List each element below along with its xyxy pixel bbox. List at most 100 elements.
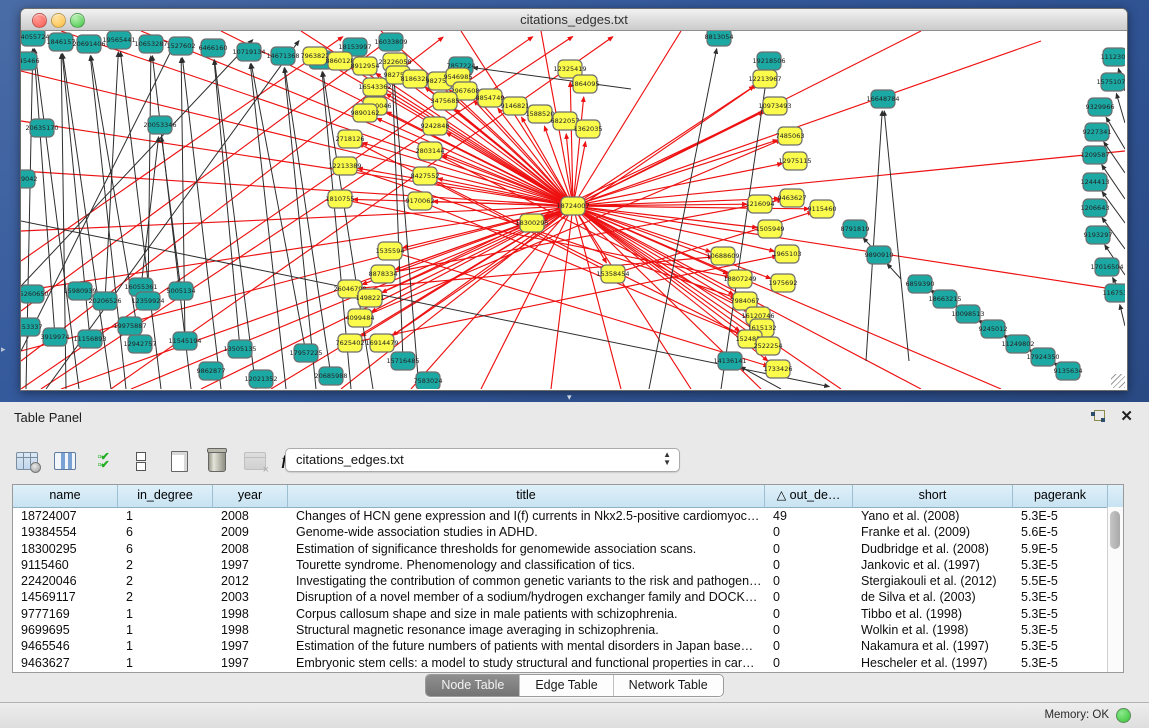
table-mode-icon[interactable] — [14, 448, 40, 474]
table-cell[interactable]: Investigating the contribution of common… — [288, 573, 765, 589]
column-header-short[interactable]: short — [853, 485, 1013, 507]
table-cell[interactable]: Estimation of the future numbers of pati… — [288, 638, 765, 654]
table-cell[interactable]: 1997 — [213, 638, 288, 654]
table-cell[interactable]: 1 — [118, 638, 213, 654]
column-header-name[interactable]: name — [13, 485, 118, 507]
table-cell[interactable]: 5.9E-5 — [1013, 541, 1108, 557]
window-resize-grip[interactable] — [1111, 374, 1125, 388]
table-row[interactable]: 911546021997Tourette syndrome. Phenomeno… — [13, 557, 1123, 573]
table-cell[interactable]: 0 — [765, 557, 853, 573]
table-row[interactable]: 946362711997Embryonic stem cells: a mode… — [13, 655, 1123, 671]
table-cell[interactable]: 1 — [118, 622, 213, 638]
table-cell[interactable]: 5.5E-5 — [1013, 573, 1108, 589]
table-cell[interactable]: 2008 — [213, 508, 288, 524]
table-cell[interactable]: 5.6E-5 — [1013, 524, 1108, 540]
row-selection-icon[interactable]: ▫✔▫✔ — [90, 448, 116, 474]
column-header-out_de[interactable]: △ out_de… — [765, 485, 853, 507]
table-cell[interactable]: 5.3E-5 — [1013, 655, 1108, 671]
table-row[interactable]: 1830029562008Estimation of significance … — [13, 541, 1123, 557]
table-cell[interactable]: Franke et al. (2009) — [853, 524, 1013, 540]
table-cell[interactable]: 2 — [118, 557, 213, 573]
table-cell[interactable]: Changes of HCN gene expression and I(f) … — [288, 508, 765, 524]
table-cell[interactable]: 1 — [118, 655, 213, 671]
table-row[interactable]: 1456911722003Disruption of a novel membe… — [13, 589, 1123, 605]
table-cell[interactable]: 6 — [118, 541, 213, 557]
table-cell[interactable]: 2 — [118, 589, 213, 605]
table-cell[interactable]: 2003 — [213, 589, 288, 605]
table-cell[interactable]: 0 — [765, 606, 853, 622]
table-cell[interactable]: 2008 — [213, 541, 288, 557]
table-cell[interactable]: 9465546 — [13, 638, 118, 654]
table-cell[interactable]: 9699695 — [13, 622, 118, 638]
table-cell[interactable]: 1997 — [213, 655, 288, 671]
table-cell[interactable]: 0 — [765, 638, 853, 654]
table-cell[interactable]: de Silva et al. (2003) — [853, 589, 1013, 605]
table-cell[interactable]: Disruption of a novel member of a sodium… — [288, 589, 765, 605]
table-cell[interactable]: Tourette syndrome. Phenomenology and cla… — [288, 557, 765, 573]
table-cell[interactable]: 2009 — [213, 524, 288, 540]
table-cell[interactable]: 5.3E-5 — [1013, 508, 1108, 524]
table-scrollbar[interactable] — [1107, 507, 1123, 672]
tab-network-table[interactable]: Network Table — [614, 675, 723, 696]
table-cell[interactable]: 1998 — [213, 622, 288, 638]
column-header-title[interactable]: title — [288, 485, 765, 507]
table-cell[interactable]: Jankovic et al. (1997) — [853, 557, 1013, 573]
table-scrollbar-thumb[interactable] — [1110, 511, 1120, 549]
table-cell[interactable]: Tibbo et al. (1998) — [853, 606, 1013, 622]
table-cell[interactable]: Genome-wide association studies in ADHD. — [288, 524, 765, 540]
table-cell[interactable]: 0 — [765, 524, 853, 540]
network-canvas[interactable]: 1405572418461572069140619565441106532871… — [21, 31, 1125, 389]
column-header-in_degree[interactable]: in_degree — [118, 485, 213, 507]
tab-edge-table[interactable]: Edge Table — [520, 675, 613, 696]
table-cell[interactable]: 5.3E-5 — [1013, 589, 1108, 605]
table-cell[interactable]: 9463627 — [13, 655, 118, 671]
column-header-year[interactable]: year — [213, 485, 288, 507]
network-window[interactable]: citations_edges.txt 14055724184615720691… — [20, 8, 1128, 391]
table-cell[interactable]: 9777169 — [13, 606, 118, 622]
left-splitter-handle[interactable]: ▸ — [1, 344, 6, 355]
table-cell[interactable]: 1 — [118, 508, 213, 524]
table-cell[interactable]: Dudbridge et al. (2008) — [853, 541, 1013, 557]
table-row[interactable]: 1872400712008Changes of HCN gene express… — [13, 508, 1123, 524]
table-cell[interactable]: 6 — [118, 524, 213, 540]
table-cell[interactable]: 49 — [765, 508, 853, 524]
memory-status-dot[interactable] — [1116, 708, 1131, 723]
table-cell[interactable]: 5.3E-5 — [1013, 557, 1108, 573]
delete-columns-icon[interactable] — [204, 448, 230, 474]
table-cell[interactable]: Corpus callosum shape and size in male p… — [288, 606, 765, 622]
table-row[interactable]: 1938455462009Genome-wide association stu… — [13, 524, 1123, 540]
rows-icon[interactable] — [128, 448, 154, 474]
table-cell[interactable]: Wolkin et al. (1998) — [853, 622, 1013, 638]
table-cell[interactable]: 5.3E-5 — [1013, 622, 1108, 638]
table-cell[interactable]: 9115460 — [13, 557, 118, 573]
table-cell[interactable]: Nakamura et al. (1997) — [853, 638, 1013, 654]
table-cell[interactable]: Hescheler et al. (1997) — [853, 655, 1013, 671]
table-cell[interactable]: 2 — [118, 573, 213, 589]
table-row[interactable]: 2242004622012Investigating the contribut… — [13, 573, 1123, 589]
table-cell[interactable]: 5.3E-5 — [1013, 638, 1108, 654]
close-panel-icon[interactable]: ✕ — [1120, 407, 1133, 425]
tab-node-table[interactable]: Node Table — [426, 675, 520, 696]
table-source-select[interactable]: citations_edges.txt ▲▼ — [285, 448, 680, 472]
new-column-icon[interactable] — [166, 448, 192, 474]
table-cell[interactable]: Embryonic stem cells: a model to study s… — [288, 655, 765, 671]
table-cell[interactable]: 14569117 — [13, 589, 118, 605]
table-cell[interactable]: Structural magnetic resonance image aver… — [288, 622, 765, 638]
table-row[interactable]: 977716911998Corpus callosum shape and si… — [13, 606, 1123, 622]
table-cell[interactable]: Yano et al. (2008) — [853, 508, 1013, 524]
table-cell[interactable]: 18724007 — [13, 508, 118, 524]
table-cell[interactable]: 0 — [765, 655, 853, 671]
table-row[interactable]: 969969511998Structural magnetic resonanc… — [13, 622, 1123, 638]
window-titlebar[interactable]: citations_edges.txt — [21, 9, 1127, 31]
table-cell[interactable]: 0 — [765, 573, 853, 589]
table-cell[interactable]: 18300295 — [13, 541, 118, 557]
table-cell[interactable]: 2012 — [213, 573, 288, 589]
table-cell[interactable]: Stergiakouli et al. (2012) — [853, 573, 1013, 589]
table-cell[interactable]: 1997 — [213, 557, 288, 573]
show-columns-icon[interactable] — [52, 448, 78, 474]
table-cell[interactable]: 0 — [765, 622, 853, 638]
table-cell[interactable]: 1 — [118, 606, 213, 622]
table-cell[interactable]: 0 — [765, 541, 853, 557]
table-row[interactable]: 946554611997Estimation of the future num… — [13, 638, 1123, 654]
float-panel-icon[interactable] — [1091, 410, 1105, 423]
